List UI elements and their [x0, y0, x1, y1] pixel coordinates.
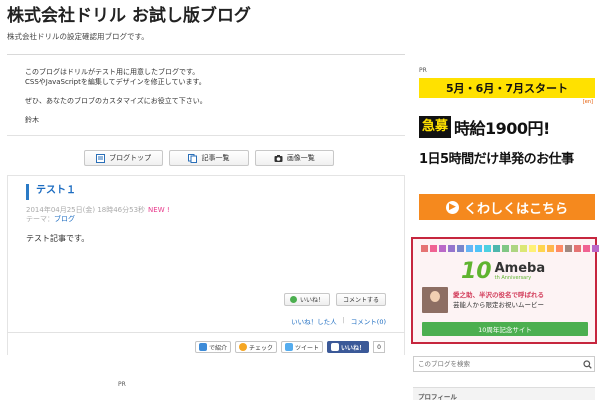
anniversary-site-button[interactable]: 10周年記念サイト: [422, 322, 588, 336]
facebook-like-label: いいね！: [341, 344, 366, 352]
image-list-label: 画像一覧: [286, 154, 315, 162]
divider: [7, 54, 405, 55]
anniversary-number: 10: [461, 259, 492, 284]
color-tiles: [421, 245, 599, 252]
ad-headline: 5月・6月・7月スタート: [419, 78, 595, 98]
ameba-10th-logo: 10 Ameba th Anniversary: [461, 259, 545, 284]
blog-description: 株式会社ドリルの設定確認用ブログです。: [7, 32, 149, 41]
profile-heading: プロフィール: [413, 387, 595, 400]
twitter-bird-icon: [285, 343, 294, 351]
tweet-button[interactable]: ツイート: [281, 341, 324, 353]
ad-sub: 1日5時間だけ単発のお仕事: [419, 152, 574, 167]
blog-top-icon: [96, 153, 106, 163]
article-list-icon: [188, 153, 198, 163]
ad-details-button[interactable]: ▶ くわしくはこちら: [419, 194, 595, 220]
link-separator: |: [342, 316, 345, 324]
check-icon: [239, 343, 248, 351]
article-meta: 2014年04月25日(金) 18時46分53秒 NEW ! テーマ：ブログ: [26, 206, 170, 224]
facebook-icon: [331, 343, 340, 351]
ameba-anniversary-banner[interactable]: 10 Ameba th Anniversary 愛之助、半沢の役名で呼ばれる 芸…: [411, 237, 599, 344]
sidebar-pr-label: PR: [419, 67, 427, 74]
new-badge: NEW !: [148, 206, 170, 214]
article: テスト１ 2014年04月25日(金) 18時46分53秒 NEW ! テーマ：ブ…: [7, 175, 405, 355]
ad-cta-label: くわしくはこちら: [463, 201, 568, 217]
like-icon: [289, 296, 297, 303]
theme-label: テーマ：: [26, 215, 54, 223]
blog-intro: このブログはドリルがテスト用に用意したブログです。 CSSやJavaScript…: [25, 67, 395, 125]
check-button[interactable]: チェック: [235, 341, 278, 353]
ad-urgent: 急募: [419, 116, 452, 138]
like-button[interactable]: いいね！: [283, 293, 330, 306]
article-date: 2014年04月25日(金) 18時46分53秒: [26, 206, 146, 214]
job-ad-banner[interactable]: 5月・6月・7月スタート [en] 急募 時給1900円! 1日5時間だけ単発の…: [419, 78, 595, 228]
blog-top-button[interactable]: ブログトップ: [84, 150, 164, 166]
check-label: チェック: [249, 344, 274, 352]
ameba-wordmark: Ameba: [494, 260, 546, 276]
article-body: テスト記事です。: [26, 234, 90, 243]
ameba-share-icon: [199, 343, 207, 351]
ad2-subtext: 芸能人から限定お祝いムービー: [453, 301, 544, 309]
blog-nav: ブログトップ 記事一覧 画像一覧: [84, 150, 334, 166]
article-title[interactable]: テスト１: [26, 184, 76, 200]
like-label: いいね！: [299, 297, 324, 304]
comment-count-link[interactable]: コメント(0): [351, 316, 386, 326]
pr-label: PR: [118, 381, 126, 388]
share-row: で紹介 チェック ツイート いいね！ 0: [195, 341, 386, 353]
blog-top-label: ブログトップ: [109, 154, 152, 162]
facebook-like-button[interactable]: いいね！: [327, 341, 370, 353]
intro-line: CSSやJavaScriptを編集してデザインを修正しています。: [25, 78, 206, 86]
ad-pay: 時給1900円!: [454, 119, 550, 138]
play-arrow-icon: ▶: [445, 200, 459, 214]
introduce-label: で紹介: [209, 344, 228, 352]
article-list-label: 記事一覧: [201, 154, 230, 162]
divider: [7, 332, 405, 333]
ad2-highlight: 愛之助、半沢の役名で呼ばれる: [453, 291, 544, 299]
article-list-button[interactable]: 記事一覧: [169, 150, 249, 166]
ad-en-label: [en]: [582, 99, 593, 105]
comment-button[interactable]: コメントする: [335, 293, 386, 306]
article-links: いいね！した人 | コメント(0): [291, 316, 386, 326]
intro-line: このブログはドリルがテスト用に用意したブログです。: [25, 68, 200, 76]
facebook-like-count: 0: [373, 341, 386, 353]
intro-signature: 鈴木: [25, 116, 39, 124]
blog-title[interactable]: 株式会社ドリル お試し版ブログ: [7, 6, 407, 26]
search-icon[interactable]: [580, 357, 594, 371]
ad2-copy: 愛之助、半沢の役名で呼ばれる 芸能人から限定お祝いムービー: [453, 290, 544, 310]
camera-icon: [274, 154, 283, 163]
anniversary-text: th Anniversary: [494, 274, 532, 281]
liked-users-link[interactable]: いいね！した人: [291, 316, 337, 326]
intro-line: ぜひ、あなたのブロブのカスタマイズにお役立て下さい。: [25, 97, 207, 105]
introduce-button[interactable]: で紹介: [195, 341, 232, 353]
tweet-label: ツイート: [295, 344, 320, 352]
blog-search: [413, 356, 595, 372]
divider: [7, 135, 405, 136]
blog-search-input[interactable]: [414, 357, 580, 371]
theme-link[interactable]: ブログ: [54, 215, 75, 223]
image-list-button[interactable]: 画像一覧: [254, 150, 334, 166]
reaction-row: いいね！ コメントする: [283, 293, 386, 306]
blog-header: 株式会社ドリル お試し版ブログ 株式会社ドリルの設定確認用ブログです。: [7, 6, 407, 42]
celebrity-photo: [422, 287, 448, 313]
ad-pay-row: 急募 時給1900円!: [419, 114, 595, 140]
